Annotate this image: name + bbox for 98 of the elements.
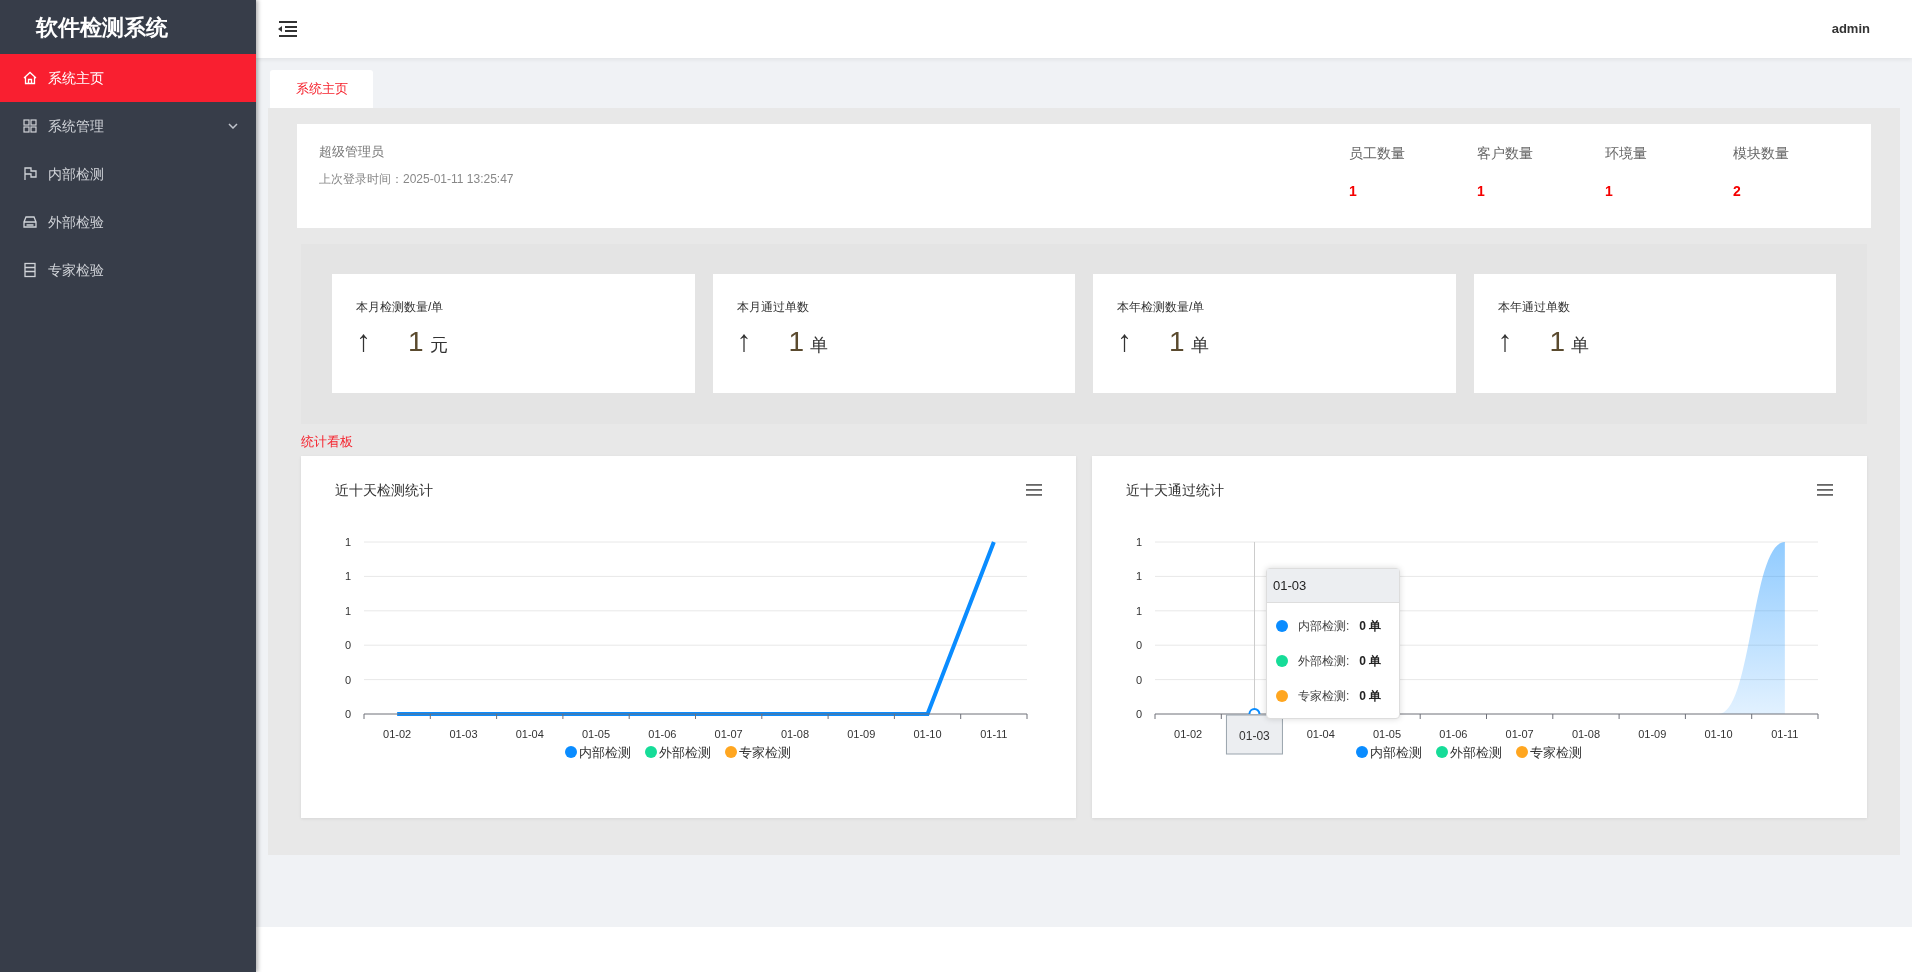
legend-label: 内部检测 — [579, 745, 631, 760]
stat-arrow: ↑ — [1497, 326, 1514, 356]
legend-item[interactable]: 外部检测 — [645, 745, 711, 760]
data-point-marker — [1248, 708, 1261, 715]
last-login-time: 上次登录时间：2025-01-11 13:25:47 — [319, 170, 514, 188]
x-tick-label: 01-10 — [913, 728, 942, 740]
sidebar-item[interactable]: 系统管理 — [0, 102, 256, 150]
tooltip-value: 0 单 — [1359, 617, 1382, 635]
y-tick-label: 0 — [344, 639, 351, 652]
y-tick-label: 0 — [344, 673, 351, 686]
menu-collapse-icon[interactable] — [278, 21, 297, 37]
x-tick-label: 01-09 — [1638, 728, 1667, 740]
count-value: 1 — [1477, 182, 1486, 201]
stat-unit: 单 — [1571, 336, 1590, 354]
x-tick-label: 01-08 — [780, 728, 809, 740]
axis-pointer-label: 01-03 — [1225, 714, 1283, 755]
user-name[interactable]: admin — [1831, 19, 1870, 39]
legend-item[interactable]: 内部检测 — [565, 745, 631, 760]
count-label: 客户数量 — [1477, 144, 1534, 163]
legend-item[interactable]: 专家检测 — [1516, 745, 1582, 760]
legend-label: 外部检测 — [1450, 745, 1502, 760]
stat-value: 1 — [788, 328, 805, 356]
home-icon — [22, 70, 38, 86]
chart-title: 近十天通过统计 — [1126, 480, 1224, 500]
tooltip-title: 01-03 — [1273, 576, 1307, 595]
count-value: 2 — [1733, 182, 1742, 201]
tooltip-value: 0 单 — [1359, 687, 1382, 705]
stat-value: 1 — [1549, 328, 1566, 356]
chart-title: 近十天检测统计 — [335, 480, 433, 500]
stat-value: 1 — [408, 328, 424, 356]
legend-item[interactable]: 专家检测 — [725, 745, 791, 760]
y-tick-label: 1 — [1135, 536, 1142, 548]
x-tick-label: 01-07 — [714, 728, 743, 740]
x-tick-label: 01-04 — [1306, 728, 1335, 740]
tab[interactable]: 系统主页 — [270, 70, 373, 108]
stat-unit: 单 — [1190, 336, 1209, 354]
sidebar-item[interactable]: 内部检测 — [0, 150, 256, 198]
document-icon — [22, 262, 38, 278]
x-tick-label: 01-07 — [1505, 728, 1534, 740]
menu-icon[interactable] — [1026, 484, 1042, 496]
y-tick-label: 0 — [344, 708, 351, 720]
x-tick-label: 01-09 — [847, 728, 876, 740]
sidebar-item[interactable]: 专家检验 — [0, 246, 256, 294]
x-tick-label: 01-02 — [383, 728, 412, 740]
stat-label: 本年通过单数 — [1497, 299, 1571, 316]
legend-label: 外部检测 — [659, 745, 711, 760]
count-value: 1 — [1605, 182, 1614, 201]
tooltip-value: 0 单 — [1359, 652, 1382, 670]
y-tick-label: 0 — [1135, 639, 1142, 652]
legend-label: 内部检测 — [1370, 745, 1422, 760]
x-tick-label: 01-06 — [1439, 728, 1468, 740]
count-label: 环境量 — [1605, 144, 1648, 163]
x-tick-label: 01-05 — [582, 728, 611, 740]
legend-item[interactable]: 内部检测 — [1356, 745, 1422, 760]
stat-label: 本年检测数量/单 — [1117, 299, 1206, 316]
x-tick-label: 01-03 — [1239, 729, 1271, 743]
section-title: 统计看板 — [301, 433, 353, 452]
x-tick-label: 01-05 — [1373, 728, 1402, 740]
legend-item[interactable]: 外部检测 — [1436, 745, 1502, 760]
tooltip-label: 内部检测: — [1298, 617, 1350, 635]
stat-label: 本月通过单数 — [736, 299, 810, 316]
y-tick-label: 0 — [1135, 708, 1142, 720]
x-tick-label: 01-02 — [1174, 728, 1203, 740]
user-role: 超级管理员 — [319, 143, 385, 161]
stat-unit: 单 — [810, 336, 829, 354]
x-tick-label: 01-10 — [1704, 728, 1733, 740]
app-title: 软件检测系统 — [36, 13, 168, 42]
stat-arrow: ↑ — [356, 326, 372, 356]
tooltip-label: 外部检测: — [1298, 652, 1350, 670]
stat-unit: 元 — [429, 336, 448, 354]
grid-icon — [22, 118, 38, 134]
y-tick-label: 1 — [344, 604, 351, 617]
legend-label: 专家检测 — [739, 745, 791, 760]
y-tick-label: 1 — [1135, 570, 1142, 583]
y-tick-label: 0 — [1135, 673, 1142, 686]
x-tick-label: 01-03 — [449, 728, 478, 740]
count-label: 员工数量 — [1349, 144, 1406, 163]
count-label: 模块数量 — [1733, 144, 1790, 163]
flag-icon — [22, 166, 38, 182]
y-tick-label: 1 — [1135, 604, 1142, 617]
tooltip-label: 专家检测: — [1298, 687, 1350, 705]
x-tick-label: 01-08 — [1571, 728, 1600, 740]
x-tick-label: 01-11 — [1771, 728, 1799, 740]
car-icon — [22, 214, 38, 230]
x-tick-label: 01-06 — [648, 728, 677, 740]
x-tick-label: 01-04 — [515, 728, 544, 740]
stat-arrow: ↑ — [736, 326, 753, 356]
sidebar-item[interactable]: 外部检验 — [0, 198, 256, 246]
stat-value: 1 — [1169, 328, 1185, 356]
stat-label: 本月检测数量/单 — [356, 299, 445, 316]
count-value: 1 — [1349, 182, 1358, 201]
stat-arrow: ↑ — [1117, 326, 1133, 356]
x-tick-label: 01-11 — [980, 728, 1008, 740]
menu-icon[interactable] — [1817, 484, 1833, 496]
y-tick-label: 1 — [344, 570, 351, 583]
sidebar-item[interactable]: 系统主页 — [0, 54, 256, 102]
y-tick-label: 1 — [344, 536, 351, 548]
legend-label: 专家检测 — [1530, 745, 1582, 760]
